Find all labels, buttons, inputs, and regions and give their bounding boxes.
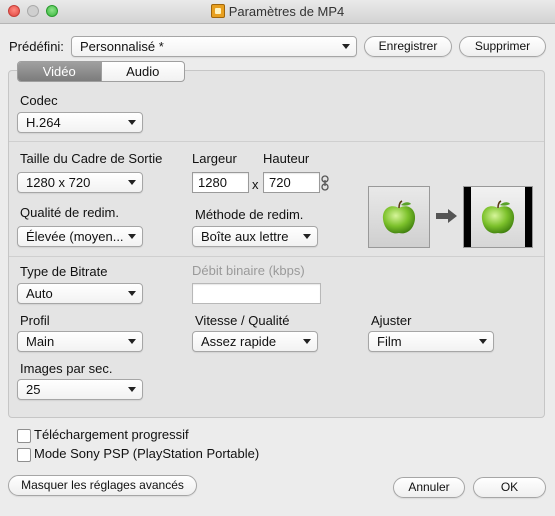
chevron-down-icon [128, 339, 136, 344]
chevron-down-icon [128, 291, 136, 296]
ok-button[interactable]: OK [473, 477, 546, 498]
arrow-right-icon [436, 209, 457, 223]
profile-label: Profil [20, 313, 50, 328]
chevron-down-icon [303, 339, 311, 344]
delete-preset-button[interactable]: Supprimer [459, 36, 546, 57]
chevron-down-icon [128, 234, 136, 239]
resize-quality-select-value: Élevée (moyen... [26, 229, 124, 244]
codec-label: Codec [20, 93, 58, 108]
tab-bar: Vidéo Audio [17, 61, 185, 82]
sony-psp-checkbox[interactable] [17, 448, 31, 462]
title-bar: Paramètres de MP4 [0, 0, 555, 24]
chevron-down-icon [128, 120, 136, 125]
aspect-lock-icon[interactable] [321, 175, 329, 191]
resize-quality-label: Qualité de redim. [20, 205, 119, 220]
window-title-area: Paramètres de MP4 [0, 4, 555, 19]
profile-select[interactable]: Main [17, 331, 143, 352]
output-preview-frame [471, 187, 525, 247]
times-sign: x [252, 177, 259, 192]
speed-quality-select-value: Assez rapide [201, 334, 277, 349]
resize-method-label: Méthode de redim. [195, 207, 304, 222]
chevron-down-icon [303, 234, 311, 239]
cancel-button[interactable]: Annuler [393, 477, 465, 498]
chevron-down-icon [128, 180, 136, 185]
resize-quality-select[interactable]: Élevée (moyen... [17, 226, 143, 247]
apple-icon [481, 200, 515, 234]
progressive-download-checkbox[interactable] [17, 429, 31, 443]
frame-size-label: Taille du Cadre de Sortie [20, 151, 163, 166]
bitrate-field[interactable] [192, 283, 321, 304]
chevron-down-icon [342, 44, 350, 49]
codec-select-value: H.264 [26, 115, 61, 130]
frame-size-select-value: 1280 x 720 [26, 175, 91, 190]
fps-label: Images par sec. [20, 361, 113, 376]
preset-label: Prédéfini: [9, 39, 64, 54]
bitrate-label: Débit binaire (kbps) [192, 263, 305, 278]
output-preview [463, 186, 533, 248]
progressive-download-label: Téléchargement progressif [34, 427, 189, 442]
save-preset-button[interactable]: Enregistrer [364, 36, 452, 57]
frame-size-select[interactable]: 1280 x 720 [17, 172, 143, 193]
speed-quality-select[interactable]: Assez rapide [192, 331, 318, 352]
resize-method-select[interactable]: Boîte aux lettre [192, 226, 318, 247]
bitrate-type-select[interactable]: Auto [17, 283, 143, 304]
bitrate-type-label: Type de Bitrate [20, 264, 108, 279]
adjust-select[interactable]: Film [368, 331, 494, 352]
apple-icon [382, 200, 416, 234]
divider [9, 256, 544, 257]
sony-psp-label: Mode Sony PSP (PlayStation Portable) [34, 446, 260, 461]
fps-select-value: 25 [26, 382, 41, 397]
hide-advanced-settings-button[interactable]: Masquer les réglages avancés [8, 475, 197, 496]
chevron-down-icon [128, 387, 136, 392]
speed-quality-label: Vitesse / Qualité [195, 313, 290, 328]
source-preview [368, 186, 430, 248]
height-field[interactable]: 720 [263, 172, 320, 193]
tab-audio[interactable]: Audio [100, 62, 185, 81]
height-label: Hauteur [263, 151, 310, 166]
fps-select[interactable]: 25 [17, 379, 143, 400]
app-icon [210, 4, 225, 18]
divider [9, 141, 544, 142]
window-title: Paramètres de MP4 [228, 4, 345, 19]
resize-method-select-value: Boîte aux lettre [201, 229, 289, 244]
codec-select[interactable]: H.264 [17, 112, 143, 133]
profile-select-value: Main [26, 334, 55, 349]
adjust-select-value: Film [377, 334, 402, 349]
width-field[interactable]: 1280 [192, 172, 249, 193]
adjust-label: Ajuster [371, 313, 412, 328]
preset-select[interactable]: Personnalisé * [71, 36, 357, 57]
tab-video[interactable]: Vidéo [18, 62, 101, 81]
bitrate-type-select-value: Auto [26, 286, 53, 301]
width-label: Largeur [192, 151, 237, 166]
chevron-down-icon [479, 339, 487, 344]
preset-select-value: Personnalisé * [80, 39, 164, 54]
